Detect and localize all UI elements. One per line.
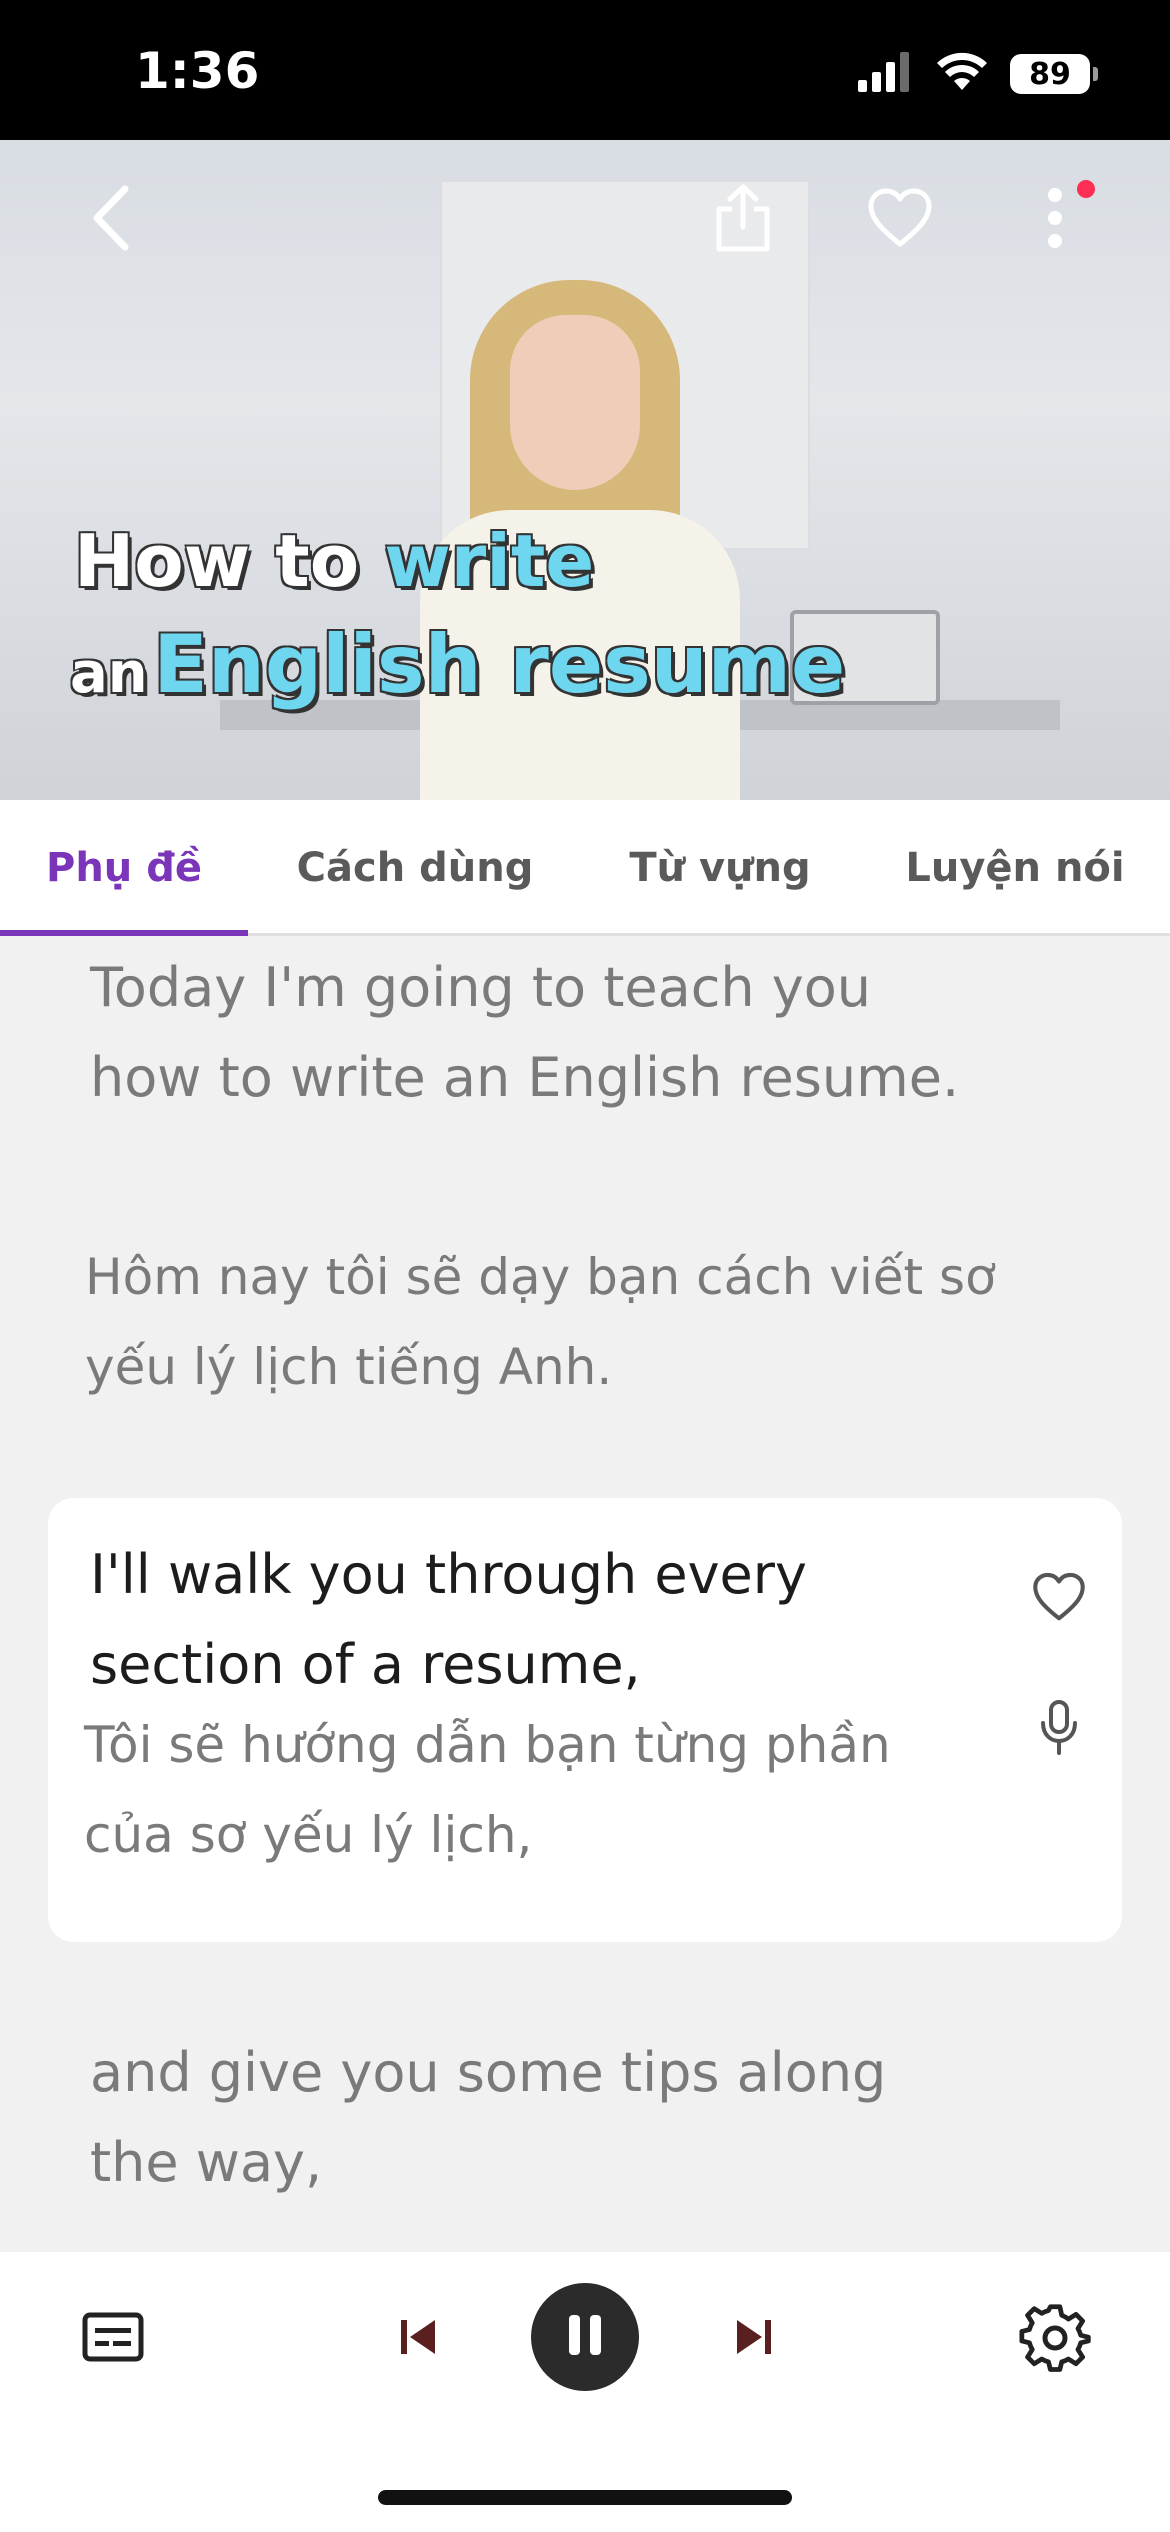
subtitle-icon	[82, 2312, 144, 2366]
share-button[interactable]	[693, 170, 793, 270]
pause-icon	[563, 2311, 607, 2363]
next-button[interactable]	[724, 2304, 784, 2374]
title-line2-white: an	[70, 641, 148, 706]
current-subtitle-card[interactable]: I'll walk you through every section of a…	[48, 1498, 1122, 1942]
subtitle-line-english[interactable]: I'll walk you through every section of a…	[90, 1530, 950, 1710]
status-bar: 1:36 89	[0, 0, 1170, 140]
subtitle-line-english[interactable]: Today I'm going to teach you how to writ…	[90, 943, 990, 1123]
battery-icon: 89	[1010, 54, 1098, 94]
title-line1-white: How to	[74, 519, 360, 603]
signal-icon	[858, 52, 914, 96]
tab-label: Luyện nói	[905, 845, 1125, 891]
status-icons: 89	[858, 52, 1098, 96]
back-button[interactable]	[62, 170, 162, 270]
battery-level: 89	[1029, 56, 1071, 92]
tab-label: Từ vựng	[629, 845, 811, 891]
previous-button[interactable]	[388, 2304, 448, 2374]
heart-icon	[867, 188, 933, 252]
notification-dot	[1077, 180, 1095, 198]
next-icon	[733, 2316, 775, 2362]
subtitle-line-vietnamese: Hôm nay tôi sẽ dạy bạn cách viết sơ yếu …	[85, 1248, 996, 1396]
tab-vocabulary[interactable]: Từ vựng	[600, 800, 840, 936]
record-line-button[interactable]	[1024, 1694, 1094, 1764]
active-tab-indicator	[0, 930, 248, 936]
title-line2-cyan: English resume	[153, 618, 846, 711]
subtitle-line-vietnamese: Tôi sẽ hướng dẫn bạn từng phần của sơ yế…	[84, 1716, 891, 1864]
heart-icon	[1032, 1572, 1086, 1626]
save-line-button[interactable]	[1024, 1564, 1094, 1634]
tab-speaking[interactable]: Luyện nói	[880, 800, 1150, 936]
previous-icon	[397, 2316, 439, 2362]
subtitle-toggle-button[interactable]	[78, 2304, 148, 2374]
favorite-button[interactable]	[850, 170, 950, 270]
title-line1-cyan: write	[384, 519, 595, 603]
settings-icon	[1019, 2302, 1091, 2378]
tab-label: Phụ đề	[46, 845, 202, 891]
settings-button[interactable]	[1015, 2300, 1095, 2380]
tab-label: Cách dùng	[296, 845, 534, 891]
tab-usage[interactable]: Cách dùng	[270, 800, 560, 936]
tab-bar: Phụ đề Cách dùng Từ vựng Luyện nói	[0, 800, 1170, 936]
more-options-button[interactable]	[1005, 170, 1105, 270]
tab-subtitles[interactable]: Phụ đề	[0, 800, 248, 936]
back-icon	[87, 183, 137, 257]
wifi-icon	[936, 52, 988, 96]
subtitle-line-english[interactable]: and give you some tips along the way,	[90, 2028, 990, 2208]
more-icon	[1045, 185, 1065, 255]
microphone-icon	[1039, 1699, 1079, 1759]
status-time: 1:36	[135, 42, 260, 100]
pause-button[interactable]	[531, 2283, 639, 2391]
home-indicator	[378, 2490, 792, 2505]
video-player[interactable]: How to write an English resume	[0, 140, 1170, 800]
share-icon	[713, 183, 773, 257]
